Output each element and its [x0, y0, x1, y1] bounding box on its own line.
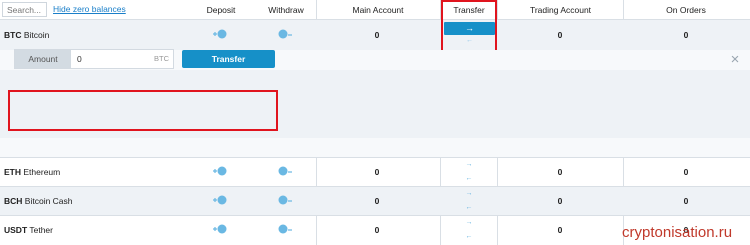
transfer-right-arrow[interactable]: →: [459, 219, 479, 226]
coin-full-name: Tether: [29, 225, 53, 235]
amount-label: Amount: [15, 50, 71, 68]
trading-account-balance: 0: [557, 167, 563, 177]
withdraw-icon[interactable]: [277, 28, 293, 40]
main-account-balance: 0: [374, 30, 380, 40]
amount-unit: BTC: [154, 54, 169, 63]
coin-symbol: BCH: [4, 196, 23, 206]
transfer-left-arrow[interactable]: ←: [459, 204, 479, 211]
amount-input[interactable]: [77, 50, 147, 68]
watermark: cryptonisation.ru: [622, 224, 733, 241]
column-header-trading-account: Trading Account: [529, 5, 592, 15]
withdraw-icon[interactable]: [277, 223, 293, 235]
highlight-box-transfer-column: [441, 0, 497, 55]
transfer-right-arrow[interactable]: →: [459, 161, 479, 168]
on-orders-balance: 0: [683, 30, 689, 40]
main-account-balance: 0: [374, 225, 380, 235]
coin-full-name: Ethereum: [23, 167, 61, 177]
table-row-btc: BTC Bitcoin 0 0 0: [0, 20, 750, 50]
coin-full-name: Bitcoin: [23, 30, 50, 40]
deposit-icon[interactable]: [212, 165, 228, 177]
trading-account-balance: 0: [557, 196, 563, 206]
coin-symbol: ETH: [4, 167, 21, 177]
on-orders-balance: 0: [683, 167, 689, 177]
coin-name: BTC Bitcoin: [4, 30, 49, 40]
coin-full-name: Bitcoin Cash: [24, 196, 73, 206]
deposit-icon[interactable]: [212, 223, 228, 235]
withdraw-icon[interactable]: [277, 194, 293, 206]
trading-account-balance: 0: [557, 225, 563, 235]
coin-name: ETH Ethereum: [4, 167, 60, 177]
deposit-icon[interactable]: [212, 194, 228, 206]
withdraw-icon[interactable]: [277, 165, 293, 177]
transfer-left-arrow[interactable]: ←: [459, 175, 479, 182]
transfer-left-arrow[interactable]: ←: [459, 233, 479, 240]
main-account-balance: 0: [374, 196, 380, 206]
coin-symbol: BTC: [4, 30, 22, 40]
column-header-withdraw: Withdraw: [268, 5, 304, 15]
column-header-on-orders: On Orders: [666, 5, 706, 15]
highlight-box-transfer-form: [8, 90, 278, 131]
deposit-icon[interactable]: [212, 28, 228, 40]
transfer-right-arrow[interactable]: →: [459, 190, 479, 197]
trading-account-balance: 0: [557, 30, 563, 40]
table-row-eth: ETH Ethereum 0 → ← 0 0: [0, 158, 750, 186]
column-header-main-account: Main Account: [352, 5, 404, 15]
transfer-button[interactable]: Transfer: [182, 50, 275, 68]
hide-zero-balances-link[interactable]: Hide zero balances: [53, 4, 126, 14]
close-icon[interactable]: ×: [728, 52, 742, 68]
table-row-bch: BCH Bitcoin Cash 0 → ← 0 0: [0, 187, 750, 215]
search-input[interactable]: [2, 2, 47, 17]
column-header-deposit: Deposit: [206, 5, 236, 15]
coin-name: BCH Bitcoin Cash: [4, 196, 73, 206]
coin-symbol: USDT: [4, 225, 28, 235]
main-account-balance: 0: [374, 167, 380, 177]
on-orders-balance: 0: [683, 196, 689, 206]
coin-name: USDT Tether: [4, 225, 53, 235]
amount-field-group: Amount BTC: [14, 49, 174, 69]
table-header: Hide zero balances Deposit Withdraw Main…: [0, 0, 750, 20]
